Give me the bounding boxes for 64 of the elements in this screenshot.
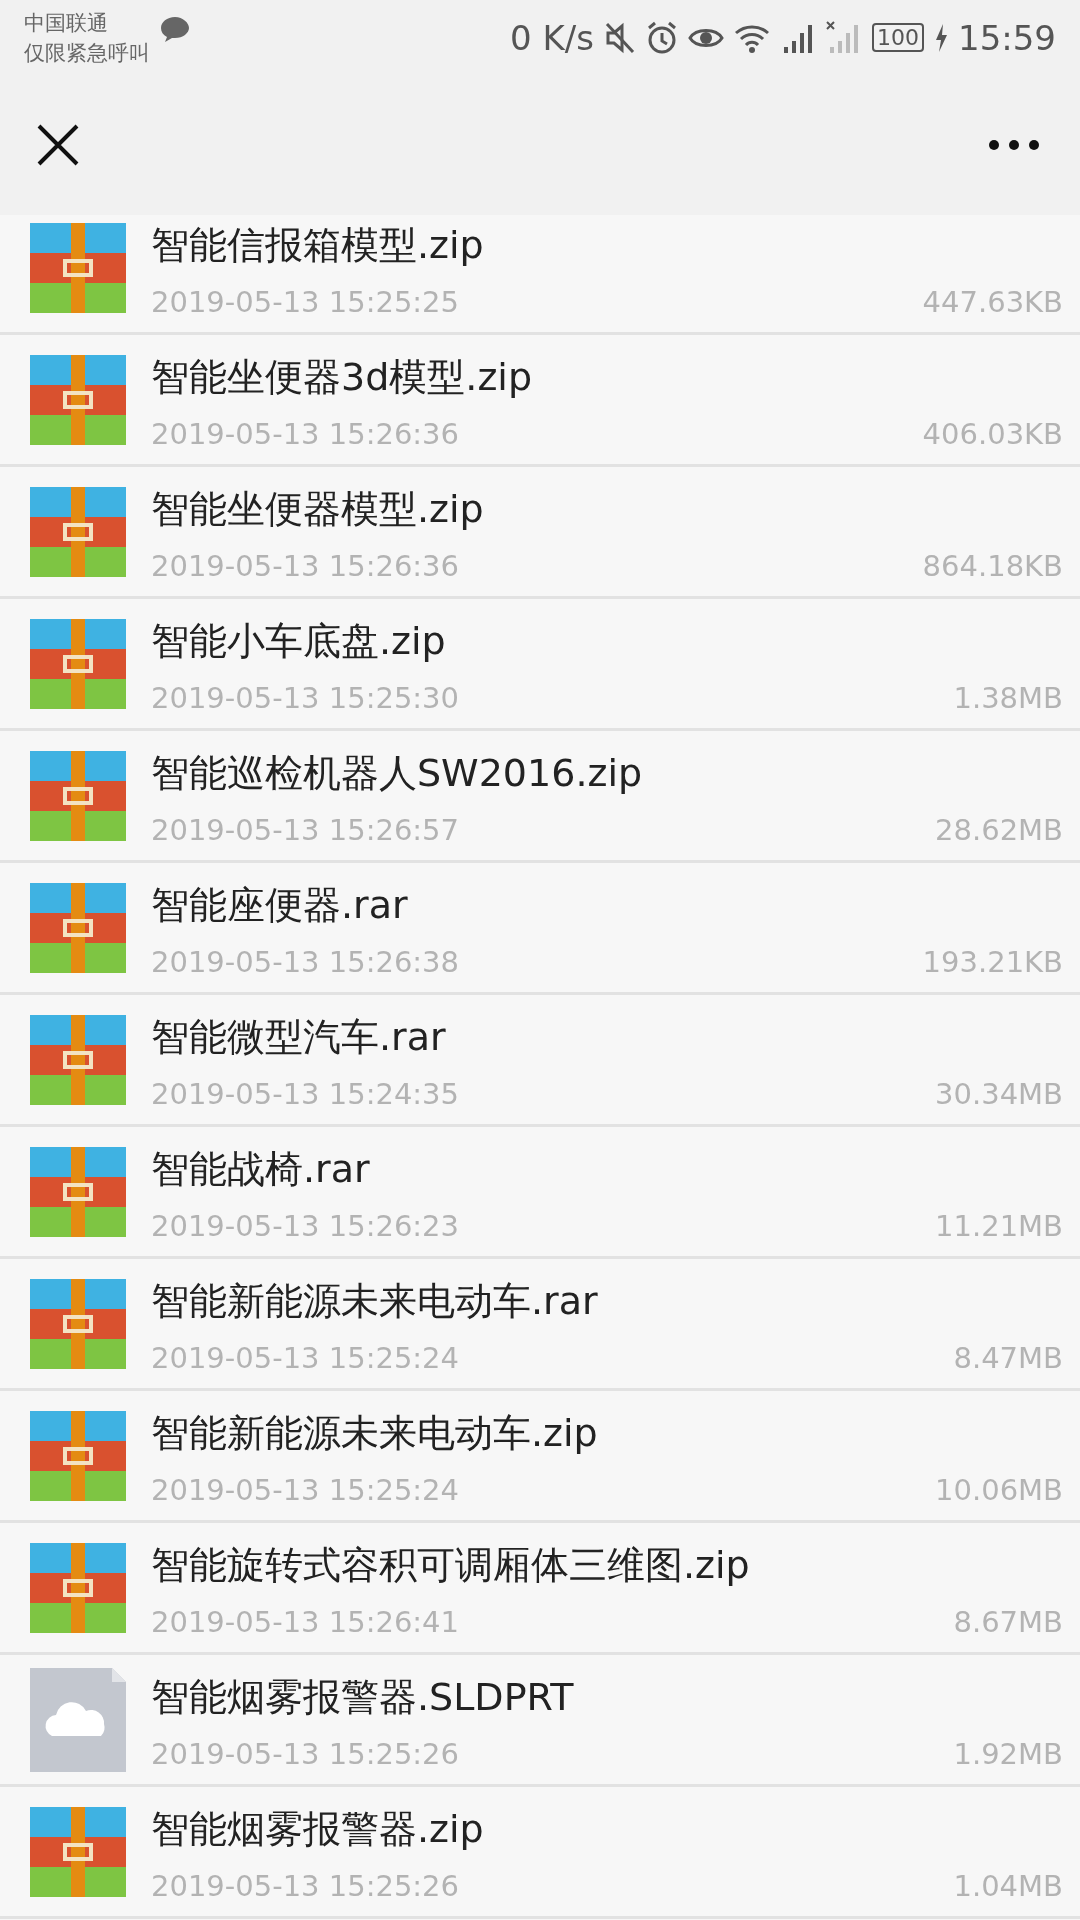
carrier-name: 中国联通	[24, 9, 109, 37]
file-name: 智能坐便器模型.zip	[151, 486, 485, 533]
archive-icon	[30, 486, 126, 577]
file-name: 智能战椅.rar	[151, 1146, 371, 1193]
file-size: 447.63KB	[922, 285, 1063, 319]
file-date: 2019-05-13 15:25:26	[151, 1869, 459, 1903]
file-name: 智能小车底盘.zip	[151, 618, 447, 665]
file-size: 1.92MB	[953, 1737, 1063, 1771]
file-name: 智能旋转式容积可调厢体三维图.zip	[151, 1542, 751, 1589]
cloud-file-icon	[30, 1667, 126, 1772]
battery-level: 100	[872, 23, 924, 52]
file-size: 1.04MB	[953, 1869, 1063, 1903]
file-name: 智能巡检机器人SW2016.zip	[151, 750, 644, 797]
file-size: 193.21KB	[922, 945, 1063, 979]
file-name: 智能新能源未来电动车.zip	[151, 1410, 599, 1457]
archive-icon	[30, 750, 126, 841]
file-size: 8.47MB	[953, 1341, 1063, 1375]
file-date: 2019-05-13 15:26:23	[151, 1209, 459, 1243]
archive-icon	[30, 1542, 126, 1633]
file-size: 406.03KB	[922, 417, 1063, 451]
file-size: 1.38MB	[953, 681, 1063, 715]
mute-icon	[604, 20, 636, 55]
wifi-icon	[734, 22, 770, 53]
archive-icon	[30, 618, 126, 709]
file-size: 11.21MB	[935, 1209, 1063, 1243]
file-size: 10.06MB	[935, 1473, 1063, 1507]
file-date: 2019-05-13 15:26:41	[151, 1605, 459, 1639]
file-date: 2019-05-13 15:26:36	[151, 417, 459, 451]
archive-icon	[30, 354, 126, 445]
file-date: 2019-05-13 15:24:35	[151, 1077, 459, 1111]
archive-icon	[30, 1410, 126, 1501]
file-size: 8.67MB	[953, 1605, 1063, 1639]
alarm-icon	[646, 20, 678, 55]
more-button[interactable]	[988, 139, 1040, 151]
archive-icon	[30, 222, 126, 313]
archive-icon	[30, 882, 126, 973]
file-date: 2019-05-13 15:25:30	[151, 681, 459, 715]
file-date: 2019-05-13 15:25:24	[151, 1341, 459, 1375]
file-size: 30.34MB	[935, 1077, 1063, 1111]
charging-icon	[934, 22, 948, 53]
close-button[interactable]	[36, 123, 80, 167]
file-size: 864.18KB	[922, 549, 1063, 583]
archive-icon	[30, 1014, 126, 1105]
file-date: 2019-05-13 15:25:25	[151, 285, 459, 319]
file-name: 智能坐便器3d模型.zip	[151, 354, 533, 401]
file-date: 2019-05-13 15:26:36	[151, 549, 459, 583]
file-date: 2019-05-13 15:25:26	[151, 1737, 459, 1771]
archive-icon	[30, 1146, 126, 1237]
carrier-note: 仅限紧急呼叫	[24, 39, 150, 67]
file-size: 28.62MB	[935, 813, 1063, 847]
file-name: 智能新能源未来电动车.rar	[151, 1278, 599, 1325]
archive-icon	[30, 1278, 126, 1369]
file-name: 智能微型汽车.rar	[151, 1014, 447, 1061]
file-name: 智能信报箱模型.zip	[151, 222, 485, 269]
file-date: 2019-05-13 15:26:57	[151, 813, 459, 847]
file-name: 智能烟雾报警器.zip	[151, 1806, 485, 1853]
file-name: 智能烟雾报警器.SLDPRT	[151, 1674, 575, 1721]
network-speed: 0 K/s	[510, 17, 594, 58]
message-icon	[160, 14, 190, 43]
clock-time: 15:59	[958, 17, 1056, 58]
file-name: 智能座便器.rar	[151, 882, 409, 929]
archive-icon	[30, 1806, 126, 1897]
file-date: 2019-05-13 15:26:38	[151, 945, 459, 979]
file-date: 2019-05-13 15:25:24	[151, 1473, 459, 1507]
